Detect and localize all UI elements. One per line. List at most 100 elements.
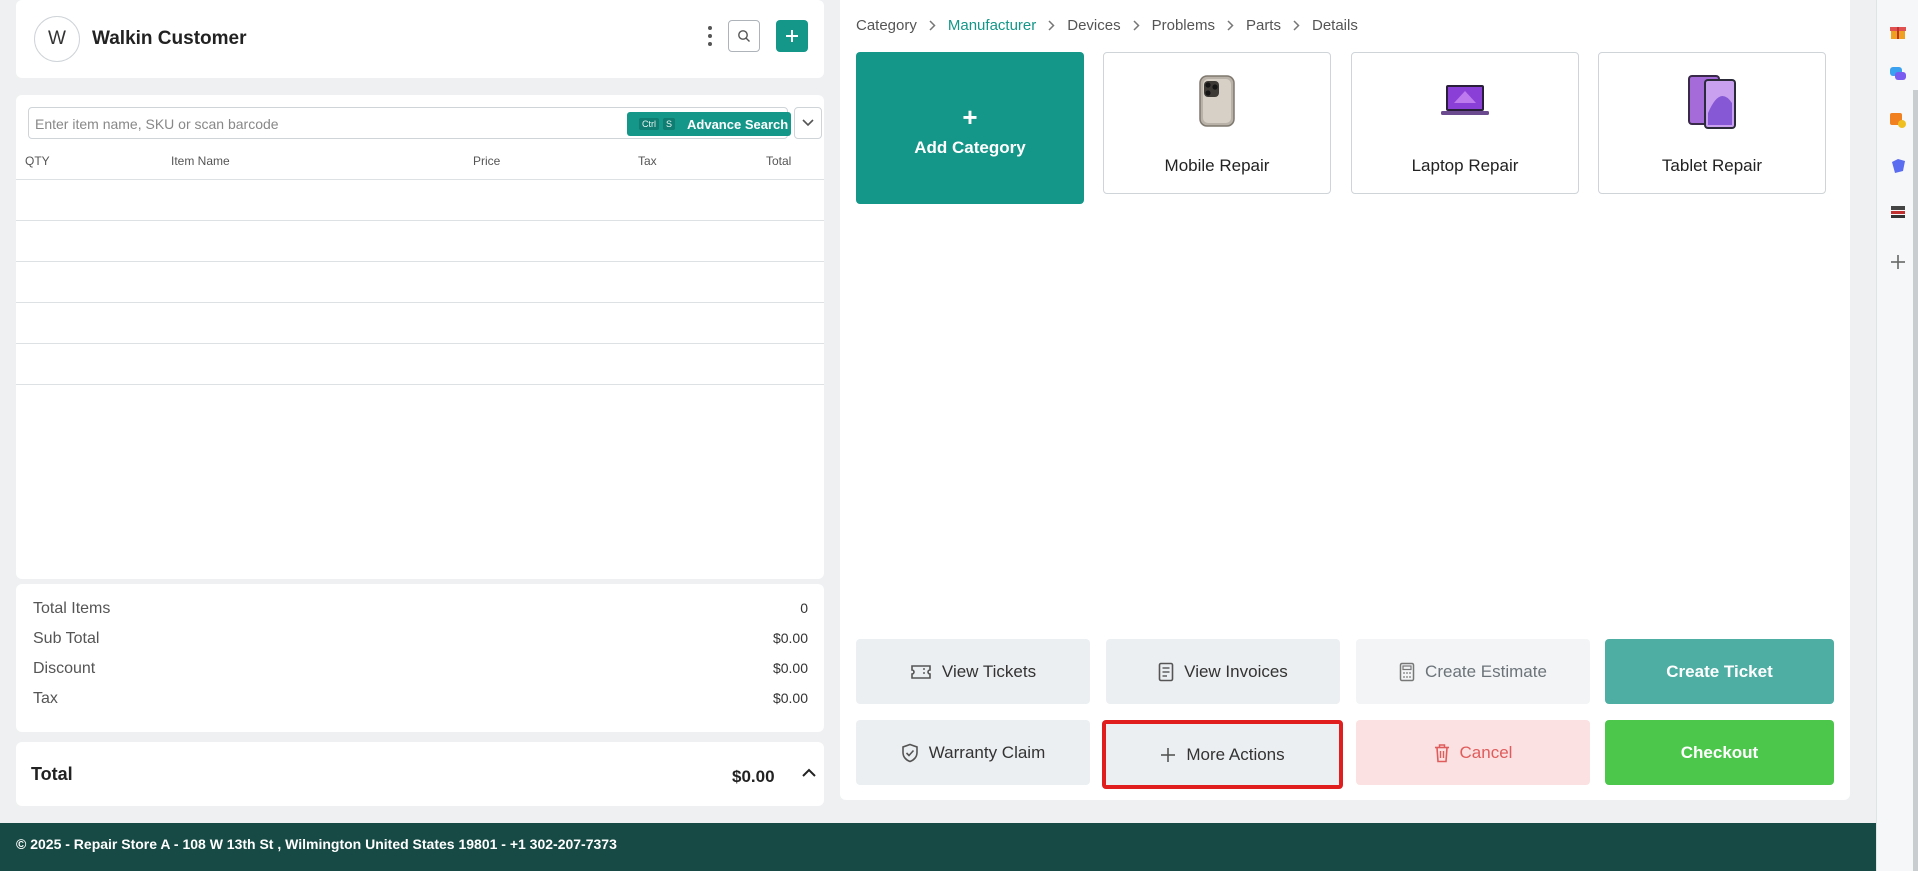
cart-table-header: QTY Item Name Price Tax Total: [16, 150, 824, 174]
total-items-value: 0: [800, 600, 808, 616]
diamond-icon[interactable]: [1888, 156, 1908, 176]
totals-card: Total Items 0 Sub Total $0.00 Discount $…: [16, 584, 824, 732]
checkout-button[interactable]: Checkout: [1605, 720, 1834, 785]
chevron-down-icon: [802, 119, 814, 127]
footer: © 2025 - Repair Store A - 108 W 13th St …: [0, 823, 1876, 871]
tax-line: Tax $0.00: [33, 690, 808, 712]
laptop-image: [1441, 85, 1489, 115]
more-actions-button[interactable]: More Actions: [1102, 720, 1343, 789]
tablet-image: [1688, 75, 1736, 129]
chevron-right-icon: [1293, 20, 1300, 31]
chevron-right-icon: [1227, 20, 1234, 31]
item-search-box: Ctrl S Advance Search: [28, 107, 791, 139]
chevron-right-icon: [929, 20, 936, 31]
create-estimate-label: Create Estimate: [1425, 661, 1547, 681]
scrollbar[interactable]: [1913, 90, 1918, 871]
view-invoices-label: View Invoices: [1184, 661, 1288, 681]
more-vertical-icon[interactable]: [704, 24, 716, 48]
table-row: [16, 343, 824, 384]
search-icon: [738, 30, 750, 42]
tax-label: Tax: [33, 690, 58, 707]
category-label-laptop-repair: Laptop Repair: [1411, 156, 1519, 175]
chevron-right-icon: [1048, 20, 1055, 31]
more-actions-label: More Actions: [1186, 744, 1285, 764]
plus-icon: +: [962, 102, 978, 132]
col-tax: Tax: [638, 154, 657, 168]
total-items-line: Total Items 0: [33, 600, 808, 622]
category-label-tablet-repair: Tablet Repair: [1661, 156, 1763, 175]
breadcrumb-parts[interactable]: Parts: [1246, 17, 1281, 34]
sub-total-value: $0.00: [772, 630, 808, 646]
plus-icon: [786, 30, 798, 42]
advance-search-label: Advance Search: [687, 116, 789, 132]
category-tile-laptop-repair[interactable]: Laptop Repair: [1351, 52, 1579, 194]
warranty-claim-button[interactable]: Warranty Claim: [856, 720, 1090, 785]
breadcrumb-devices[interactable]: Devices: [1067, 17, 1120, 34]
table-row: [16, 261, 824, 302]
grand-total-card[interactable]: Total $0.00: [16, 742, 824, 806]
warranty-claim-label: Warranty Claim: [928, 742, 1046, 762]
col-price: Price: [473, 154, 501, 168]
phone-image: [1199, 75, 1235, 127]
grand-total-label: Total: [31, 764, 73, 784]
create-ticket-button[interactable]: Create Ticket: [1605, 639, 1834, 704]
chevron-up-icon[interactable]: [802, 768, 816, 778]
customer-name[interactable]: Walkin Customer: [92, 28, 247, 50]
create-estimate-button[interactable]: Create Estimate: [1356, 639, 1590, 704]
customer-search-button[interactable]: [728, 20, 760, 52]
breadcrumb-category[interactable]: Category: [856, 17, 917, 34]
discount-line: Discount $0.00: [33, 660, 808, 682]
breadcrumb-problems[interactable]: Problems: [1152, 17, 1215, 34]
table-row: [16, 220, 824, 261]
col-qty: QTY: [25, 154, 50, 168]
tax-value: $0.00: [772, 690, 808, 706]
calculator-icon: [1399, 662, 1415, 682]
item-search-input[interactable]: [35, 114, 595, 134]
view-tickets-label: View Tickets: [941, 661, 1037, 681]
breadcrumb-details[interactable]: Details: [1312, 17, 1358, 34]
category-tile-mobile-repair[interactable]: Mobile Repair: [1103, 52, 1331, 194]
breadcrumb: Category Manufacturer Devices Problems P…: [856, 17, 1358, 34]
kbd-ctrl: Ctrl: [639, 118, 659, 130]
add-category-label: Add Category: [914, 138, 1026, 157]
breadcrumb-manufacturer[interactable]: Manufacturer: [948, 17, 1036, 34]
cart-items-card: Ctrl S Advance Search QTY Item Name Pric…: [16, 95, 824, 579]
col-total: Total: [766, 154, 792, 168]
gift-icon[interactable]: [1888, 22, 1908, 42]
advance-search-button[interactable]: Ctrl S Advance Search: [627, 112, 791, 136]
create-ticket-label: Create Ticket: [1666, 661, 1773, 681]
table-row: [16, 384, 824, 425]
category-label-mobile-repair: Mobile Repair: [1164, 156, 1270, 175]
ticket-icon: [910, 664, 932, 680]
table-row: [16, 302, 824, 343]
plus-icon[interactable]: [1888, 252, 1908, 272]
category-panel: Category Manufacturer Devices Problems P…: [840, 0, 1850, 800]
sub-total-line: Sub Total $0.00: [33, 630, 808, 652]
kbd-s: S: [663, 118, 676, 130]
shield-check-icon: [901, 743, 919, 763]
category-tile-tablet-repair[interactable]: Tablet Repair: [1598, 52, 1826, 194]
customer-avatar[interactable]: W: [34, 16, 80, 62]
cancel-label: Cancel: [1459, 742, 1513, 762]
col-item-name: Item Name: [171, 154, 230, 168]
customer-card: W Walkin Customer: [16, 0, 824, 78]
chevron-right-icon: [1133, 20, 1140, 31]
grand-total-value: $0.00: [732, 767, 775, 786]
add-category-tile[interactable]: + Add Category: [856, 52, 1084, 204]
shapes-icon[interactable]: [1888, 110, 1908, 130]
search-options-dropdown[interactable]: [794, 107, 822, 139]
view-tickets-button[interactable]: View Tickets: [856, 639, 1090, 704]
cancel-button[interactable]: Cancel: [1356, 720, 1590, 785]
checkout-label: Checkout: [1680, 742, 1759, 762]
browser-side-toolbar: [1876, 0, 1918, 871]
view-invoices-button[interactable]: View Invoices: [1106, 639, 1340, 704]
add-customer-button[interactable]: [776, 20, 808, 52]
invoice-icon: [1158, 662, 1174, 682]
table-row: [16, 179, 824, 220]
total-items-label: Total Items: [33, 600, 111, 617]
layers-icon[interactable]: [1888, 202, 1908, 222]
trash-icon: [1434, 743, 1450, 763]
sub-total-label: Sub Total: [33, 630, 100, 647]
plus-icon: [1160, 747, 1176, 763]
chat-icon[interactable]: [1888, 64, 1908, 84]
